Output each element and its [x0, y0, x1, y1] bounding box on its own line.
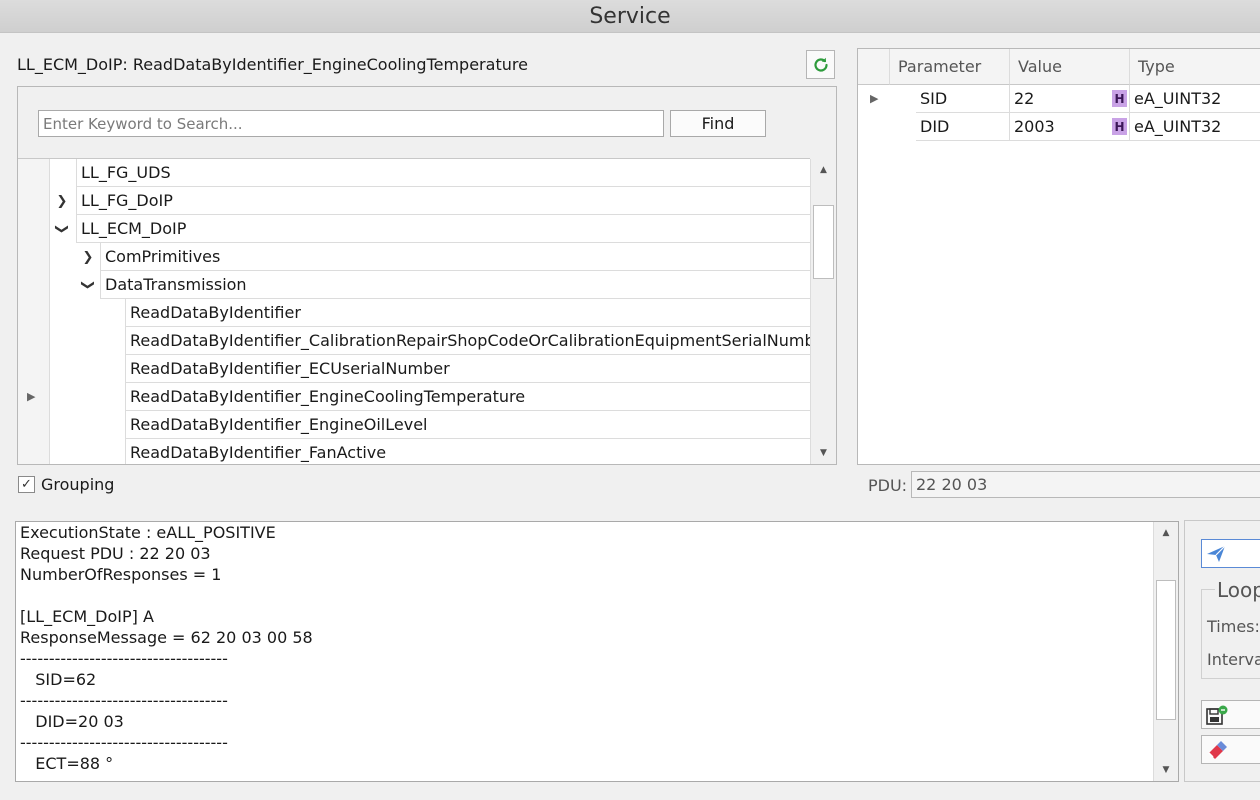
chevron-down-icon[interactable]: ❯ [74, 277, 102, 293]
tree-item-ll-fg-uds[interactable]: LL_FG_UDS [76, 159, 810, 187]
output-line: [LL_ECM_DoIP] A [20, 607, 154, 626]
current-row-icon: ▶ [27, 390, 36, 403]
output-line: SID=62 [20, 670, 97, 689]
tree-item-label: ReadDataByIdentifier_CalibrationRepairSh… [130, 331, 810, 350]
save-icon [1206, 705, 1228, 725]
service-name: LL_ECM_DoIP: ReadDataByIdentifier_Engine… [17, 55, 528, 74]
find-button[interactable]: Find [670, 110, 766, 137]
param-value-cell[interactable]: 22 H [1010, 85, 1130, 113]
param-value-cell[interactable]: 2003 H [1010, 113, 1130, 141]
tree-item-service[interactable]: ReadDataByIdentifier_EngineOilLevel [125, 411, 810, 439]
tree-row-indicator-column [18, 159, 50, 464]
chevron-down-icon[interactable]: ❯ [48, 221, 76, 237]
chevron-right-icon[interactable]: ❯ [54, 187, 70, 215]
column-header-parameter[interactable]: Parameter [890, 49, 1010, 85]
tree-item-service-selected[interactable]: ReadDataByIdentifier_EngineCoolingTemper… [125, 383, 810, 411]
loop-title: Loop [1215, 578, 1260, 602]
param-value: 22 [1014, 89, 1035, 108]
grid-corner [858, 49, 890, 85]
tree-item-label: ReadDataByIdentifier [130, 303, 301, 322]
clear-output-button[interactable] [1201, 735, 1260, 764]
tree-item-service[interactable]: ReadDataByIdentifier [125, 299, 810, 327]
tree-item-label: ComPrimitives [105, 247, 221, 266]
tree-item-service[interactable]: ReadDataByIdentifier_CalibrationRepairSh… [125, 327, 810, 355]
grouping-label: Grouping [41, 475, 115, 494]
window-title: Service [0, 0, 1260, 33]
tree-item-ll-ecm-doip[interactable]: LL_ECM_DoIP [76, 215, 810, 243]
param-type-cell: eA_UINT32 [1130, 113, 1260, 141]
scrollbar-thumb[interactable] [813, 205, 834, 279]
send-icon [1207, 545, 1226, 562]
tree-item-comprimitives[interactable]: ComPrimitives [100, 243, 810, 271]
param-name-cell: DID [916, 113, 1010, 141]
scroll-down-icon[interactable]: ▼ [1154, 761, 1178, 779]
output-scrollbar[interactable]: ▲ ▼ [1153, 522, 1178, 781]
param-value: 2003 [1014, 117, 1055, 136]
tree-item-label: LL_FG_UDS [81, 163, 171, 182]
output-line: ResponseMessage = 62 20 03 00 58 [20, 628, 313, 647]
check-icon[interactable]: ✓ [18, 476, 35, 493]
service-tree: LL_FG_UDS ❯ LL_FG_DoIP ❯ LL_ECM_DoIP ❯ C… [18, 158, 810, 464]
loop-interval-label: Interva [1207, 650, 1260, 669]
eraser-icon [1208, 740, 1227, 759]
hex-format-badge[interactable]: H [1112, 90, 1127, 107]
scroll-down-icon[interactable]: ▼ [811, 444, 836, 462]
grouping-checkbox[interactable]: ✓ Grouping [18, 475, 114, 494]
hex-format-badge[interactable]: H [1112, 118, 1127, 135]
output-line: ------------------------------------ [20, 691, 228, 710]
scroll-up-icon[interactable]: ▲ [811, 161, 836, 179]
tree-item-service[interactable]: ReadDataByIdentifier_ECUserialNumber [125, 355, 810, 383]
pdu-label: PDU: [868, 476, 908, 495]
tree-item-datatransmission[interactable]: DataTransmission [100, 271, 810, 299]
param-name-cell: SID [916, 85, 1010, 113]
tree-item-label: LL_ECM_DoIP [81, 219, 187, 238]
output-line: NumberOfResponses = 1 [20, 565, 222, 584]
send-button[interactable] [1201, 539, 1260, 568]
refresh-button[interactable] [806, 50, 835, 79]
tree-item-label: ReadDataByIdentifier_FanActive [130, 443, 387, 462]
parameter-grid: Parameter Value Type ▶ SID 22 H eA_UINT3… [857, 48, 1260, 465]
tree-item-service[interactable]: ReadDataByIdentifier_FanActive [125, 439, 810, 464]
search-input[interactable] [38, 110, 664, 137]
output-line: DID=20 03 [20, 712, 124, 731]
chevron-right-icon[interactable]: ❯ [80, 243, 96, 271]
refresh-icon [813, 57, 828, 72]
save-result-button[interactable] [1201, 700, 1260, 729]
tree-item-ll-fg-doip[interactable]: LL_FG_DoIP [76, 187, 810, 215]
current-row-icon: ▶ [870, 92, 879, 105]
output-line: ExecutionState : eALL_POSITIVE [20, 523, 276, 542]
tree-item-label: LL_FG_DoIP [81, 191, 173, 210]
output-line: ------------------------------------ [20, 733, 228, 752]
param-type-cell: eA_UINT32 [1130, 85, 1260, 113]
scroll-up-icon[interactable]: ▲ [1154, 524, 1178, 542]
output-line: ECT=88 ° [20, 754, 114, 773]
tree-item-label: DataTransmission [105, 275, 247, 294]
result-output[interactable]: ExecutionState : eALL_POSITIVE Request P… [15, 521, 1179, 782]
column-header-value[interactable]: Value [1010, 49, 1130, 85]
output-line: Request PDU : 22 20 03 [20, 544, 211, 563]
tree-item-label: ReadDataByIdentifier_EngineOilLevel [130, 415, 428, 434]
tree-scrollbar[interactable]: ▲ ▼ [810, 159, 836, 464]
column-header-type[interactable]: Type [1130, 49, 1260, 85]
pdu-field: 22 20 03 [911, 471, 1260, 498]
tree-item-label: ReadDataByIdentifier_ECUserialNumber [130, 359, 450, 378]
loop-times-label: Times: [1207, 617, 1260, 636]
scrollbar-thumb[interactable] [1156, 580, 1176, 720]
output-line: ------------------------------------ [20, 649, 228, 668]
tree-item-label: ReadDataByIdentifier_EngineCoolingTemper… [130, 387, 526, 406]
